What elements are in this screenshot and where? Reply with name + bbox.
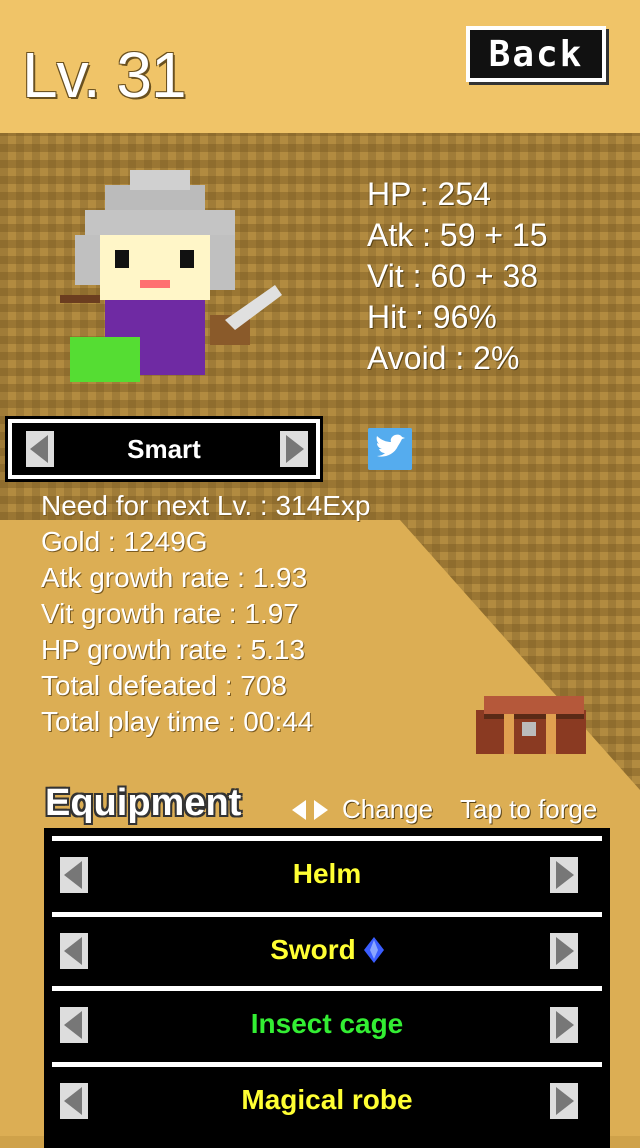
vit-growth-rate: Vit growth rate : 1.97 xyxy=(41,598,299,629)
right-arrow-icon[interactable] xyxy=(550,1083,578,1119)
right-arrow-icon[interactable] xyxy=(550,1007,578,1043)
total-play-time: Total play time : 00:44 xyxy=(41,706,314,737)
left-right-arrows-icon xyxy=(292,799,328,820)
next-level-exp: Need for next Lv. : 314Exp xyxy=(41,490,371,521)
character-type-label: Smart xyxy=(127,433,201,464)
vit-stat: Vit : 60 + 38 xyxy=(367,258,539,294)
equipment-slot-magical-robe[interactable]: Magical robe xyxy=(52,1062,602,1132)
blue-gem-icon xyxy=(363,936,384,963)
equipment-panel: Helm Sword Insect cage Magical robe xyxy=(44,828,610,1148)
info-panel: Need for next Lv. : 314Exp Gold : 1249G … xyxy=(41,488,370,740)
equipment-title: Equipment xyxy=(45,782,242,824)
hp-stat: HP : 254 xyxy=(367,176,491,212)
atk-growth-rate: Atk growth rate : 1.93 xyxy=(41,562,308,593)
stats-panel: HP : 254 Atk : 59 + 15 Vit : 60 + 38 Hit… xyxy=(367,174,548,379)
atk-stat: Atk : 59 + 15 xyxy=(367,217,548,253)
total-defeated: Total defeated : 708 xyxy=(41,670,287,701)
avoid-stat: Avoid : 2% xyxy=(367,340,520,376)
equipment-name: Magical robe xyxy=(241,1083,413,1115)
hit-stat: Hit : 96% xyxy=(367,299,497,335)
equipment-name: Helm xyxy=(292,857,362,889)
equipment-slot-sword[interactable]: Sword xyxy=(52,912,602,982)
hp-growth-rate: HP growth rate : 5.13 xyxy=(41,634,306,665)
equipment-slot-helm[interactable]: Helm xyxy=(52,836,602,906)
equipment-slot-insect-cage[interactable]: Insect cage xyxy=(52,986,602,1056)
right-arrow-icon[interactable] xyxy=(280,431,308,467)
equipment-name: Sword xyxy=(270,933,356,965)
level-label: Lv. 31 xyxy=(22,39,187,111)
back-button[interactable]: Back xyxy=(466,26,606,82)
gold-amount: Gold : 1249G xyxy=(41,526,208,557)
character-type-selector: Smart xyxy=(8,419,320,479)
change-hint-label: Change xyxy=(342,794,434,824)
right-arrow-icon[interactable] xyxy=(550,933,578,969)
treasure-chest-icon[interactable] xyxy=(474,692,594,756)
change-hint: Change xyxy=(290,794,433,825)
forge-hint: Tap to forge xyxy=(460,794,598,824)
character-sprite xyxy=(60,170,282,382)
twitter-icon[interactable] xyxy=(368,428,412,470)
equipment-name: Insect cage xyxy=(250,1007,404,1039)
right-arrow-icon[interactable] xyxy=(550,857,578,893)
